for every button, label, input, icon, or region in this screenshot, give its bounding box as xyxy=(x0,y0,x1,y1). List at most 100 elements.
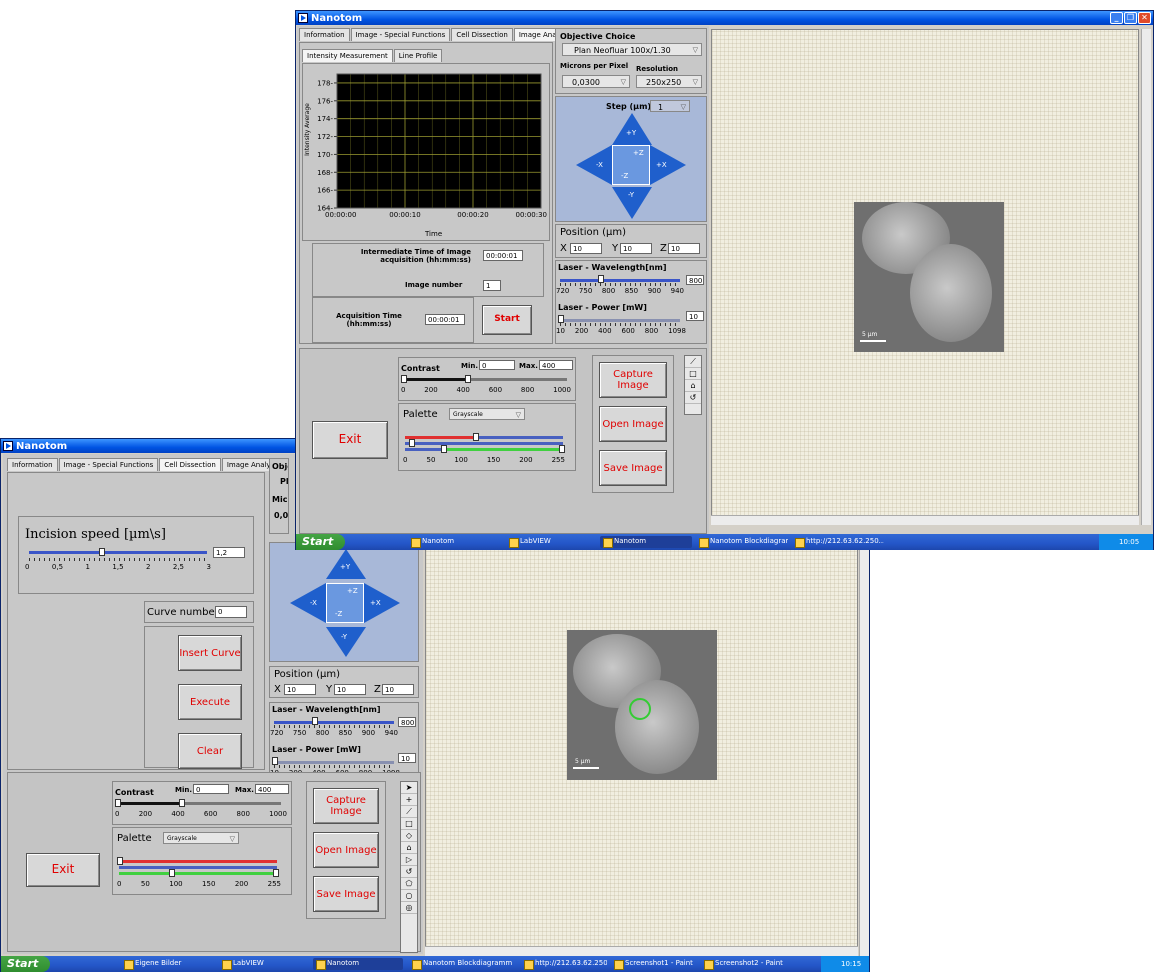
freehand-tool-icon[interactable]: ↺ xyxy=(401,866,417,878)
close-button[interactable]: ✕ xyxy=(1138,12,1151,24)
execute-button[interactable]: Execute xyxy=(178,684,242,720)
freehand-region-tool-icon[interactable]: ⬠ xyxy=(401,878,417,890)
position-y-field[interactable]: 10 xyxy=(620,243,652,254)
back-position-y-field[interactable]: 10 xyxy=(334,684,366,695)
taskbar-item-browser[interactable]: http://212.63.62.250... xyxy=(792,536,884,548)
capture-image-button[interactable]: Capture Image xyxy=(599,362,667,398)
back-save-image-button[interactable]: Save Image xyxy=(313,876,379,912)
back-minus-z-label[interactable]: -Z xyxy=(335,610,342,618)
back-taskbar-item-labview[interactable]: LabVIEW xyxy=(219,958,309,970)
tab-image-special-functions[interactable]: Image - Special Functions xyxy=(58,458,159,471)
back-taskbar-item-nanotom[interactable]: Nanotom xyxy=(313,958,403,970)
curve-number-field[interactable]: 0 xyxy=(215,606,247,618)
back-canvas-hscroll[interactable] xyxy=(425,946,858,956)
back-exit-button[interactable]: Exit xyxy=(26,853,100,887)
tab-intensity-measurement[interactable]: Intensity Measurement xyxy=(302,49,393,62)
contrast-min-thumb[interactable] xyxy=(401,375,407,383)
objective-dropdown[interactable]: Plan Neofluar 100x/1.30 ▽ xyxy=(562,43,702,56)
back-contrast-min-field[interactable]: 0 xyxy=(193,784,229,794)
taskbar-item-nanotom[interactable]: Nanotom xyxy=(600,536,692,548)
palette-thumb-1[interactable] xyxy=(473,433,479,441)
back-canvas-vscroll[interactable] xyxy=(859,549,869,961)
contrast-max-thumb[interactable] xyxy=(465,375,471,383)
back-palette-dropdown[interactable]: Grayscale ▽ xyxy=(163,832,239,844)
back-start-button[interactable]: Start xyxy=(1,956,51,972)
back-image-canvas[interactable]: 5 µm xyxy=(425,549,858,961)
back-contrast-min-thumb[interactable] xyxy=(115,799,121,807)
tab-information[interactable]: Information xyxy=(7,458,58,471)
plus-z-label[interactable]: +Z xyxy=(633,149,644,157)
line-tool-icon[interactable]: ⟋ xyxy=(401,806,417,818)
back-wavelength-track[interactable] xyxy=(274,721,394,724)
palette-green-track[interactable] xyxy=(405,448,563,451)
canvas-vscroll[interactable] xyxy=(1141,29,1151,525)
incision-speed-track[interactable] xyxy=(29,551,207,554)
contrast-track[interactable] xyxy=(403,378,567,381)
back-open-image-button[interactable]: Open Image xyxy=(313,832,379,868)
palette-thumb-2[interactable] xyxy=(409,439,415,447)
palette-red-track[interactable] xyxy=(405,436,563,439)
back-taskbar-item-eigene-bilder[interactable]: Eigene Bilder xyxy=(121,958,211,970)
tab-cell-dissection[interactable]: Cell Dissection xyxy=(451,28,513,41)
back-move-minus-x-button[interactable] xyxy=(290,583,326,623)
move-minus-x-button[interactable] xyxy=(576,145,612,185)
back-power-track[interactable] xyxy=(274,761,394,764)
minus-z-label[interactable]: -Z xyxy=(621,172,628,180)
back-contrast-track[interactable] xyxy=(117,802,281,805)
back-palette-thumb-3[interactable] xyxy=(273,869,279,877)
position-x-field[interactable]: 10 xyxy=(570,243,602,254)
tab-line-profile[interactable]: Line Profile xyxy=(393,49,443,62)
rectangle-tool-icon[interactable]: □ xyxy=(685,368,701,380)
pointer-tool-icon[interactable]: ➤ xyxy=(401,782,417,794)
palette-blue-track[interactable] xyxy=(405,442,563,445)
back-position-z-field[interactable]: 10 xyxy=(382,684,414,695)
contrast-min-field[interactable]: 0 xyxy=(479,360,515,370)
palette-thumb-4[interactable] xyxy=(559,445,565,453)
back-z-buttons[interactable]: +Z -Z xyxy=(326,583,364,623)
polygon-tool-icon[interactable]: ⌂ xyxy=(685,380,701,392)
palette-dropdown[interactable]: Grayscale ▽ xyxy=(449,408,525,420)
tab-information[interactable]: Information xyxy=(299,28,350,41)
exit-button[interactable]: Exit xyxy=(312,421,388,459)
broken-line-tool-icon[interactable]: ▷ xyxy=(401,854,417,866)
back-capture-image-button[interactable]: Capture Image xyxy=(313,788,379,824)
back-power-value[interactable]: 10 xyxy=(398,753,416,763)
power-thumb[interactable] xyxy=(558,315,564,323)
minimize-button[interactable]: _ xyxy=(1110,12,1123,24)
line-tool-icon[interactable]: ⟋ xyxy=(685,356,701,368)
back-contrast-max-thumb[interactable] xyxy=(179,799,185,807)
canvas-hscroll[interactable] xyxy=(711,515,1139,525)
z-buttons[interactable]: +Z -Z xyxy=(612,145,650,185)
open-image-button[interactable]: Open Image xyxy=(599,406,667,442)
start-button[interactable]: Start xyxy=(482,305,532,335)
back-palette-thumb-1[interactable] xyxy=(117,857,123,865)
back-palette-thumb-2[interactable] xyxy=(169,869,175,877)
annulus-tool-icon[interactable]: ◎ xyxy=(401,902,417,914)
oval-tool-icon[interactable]: ○ xyxy=(401,890,417,902)
incision-speed-value[interactable]: 1,2 xyxy=(213,547,245,558)
tab-image-special-functions[interactable]: Image - Special Functions xyxy=(350,28,451,41)
intermediate-time-field[interactable]: 00:00:01 xyxy=(483,250,523,261)
back-palette-green-track[interactable] xyxy=(119,872,277,875)
incision-speed-thumb[interactable] xyxy=(99,548,105,556)
back-power-thumb[interactable] xyxy=(272,757,278,765)
back-taskbar-item-browser[interactable]: http://212.63.62.250... xyxy=(521,958,607,970)
back-plus-z-label[interactable]: +Z xyxy=(347,587,358,595)
start-button[interactable]: Start xyxy=(296,534,346,550)
front-window-titlebar[interactable]: Nanotom _ ❐ ✕ xyxy=(296,11,1153,25)
insert-curve-button[interactable]: Insert Curve xyxy=(178,635,242,671)
taskbar-item-nanotom-folder[interactable]: Nanotom xyxy=(408,536,500,548)
image-number-field[interactable]: 1 xyxy=(483,280,501,291)
maximize-button[interactable]: ❐ xyxy=(1124,12,1137,24)
image-canvas[interactable]: 5 µm xyxy=(711,29,1139,525)
freehand-tool-icon[interactable]: ↺ xyxy=(685,392,701,404)
contrast-max-field[interactable]: 400 xyxy=(539,360,573,370)
crosshair-tool-icon[interactable]: + xyxy=(401,794,417,806)
rotated-rect-tool-icon[interactable]: ◇ xyxy=(401,830,417,842)
wavelength-value[interactable]: 800 xyxy=(686,275,704,285)
power-value[interactable]: 10 xyxy=(686,311,704,321)
step-dropdown[interactable]: 1 ▽ xyxy=(650,100,690,112)
power-track[interactable] xyxy=(560,319,680,322)
back-position-x-field[interactable]: 10 xyxy=(284,684,316,695)
back-contrast-max-field[interactable]: 400 xyxy=(255,784,289,794)
